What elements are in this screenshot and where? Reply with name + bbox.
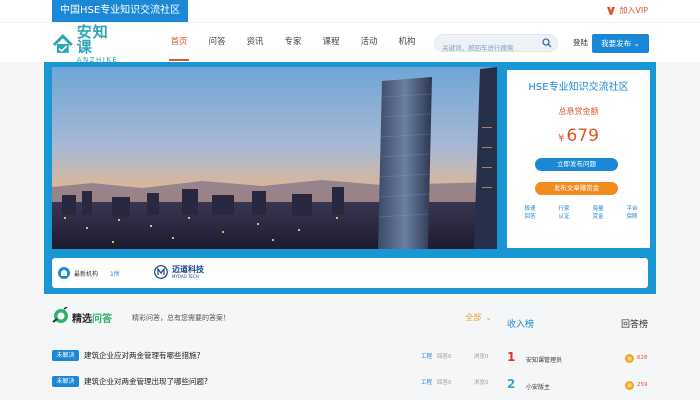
chevron-down-icon: ⌄ [633, 39, 640, 48]
question-row[interactable]: 未解决 建筑企业对两金管理出现了哪些问题? 工程 回答0 浏览0 [52, 374, 496, 390]
question-tag[interactable]: 工程 [421, 352, 432, 360]
featured-qa-subtitle: 精彩问答，总有您需要的答案！ [132, 314, 230, 322]
main-header: 安知课 ANZHIKE 首页 问答 资讯 专家 课程 活动 机构 登陆 我要发布… [0, 22, 700, 63]
search-box [434, 34, 558, 56]
logo-mark-icon [52, 34, 73, 53]
login-link[interactable]: 登陆 [573, 23, 588, 63]
question-tag[interactable]: 工程 [421, 378, 432, 386]
reward-panel: HSE专业知识交流社区 总悬赏金额 ¥679 立即发布问题 发布文章赚赏金 极速… [507, 70, 650, 248]
nav-qa[interactable]: 问答 [198, 23, 236, 63]
view-count: 浏览0 [474, 380, 489, 386]
ranking-header: 收入榜 回答榜 [507, 311, 648, 337]
latest-institutions-label: 最新机构 [74, 271, 99, 278]
nav-courses[interactable]: 课程 [312, 23, 350, 63]
site-logo[interactable]: 安知课 ANZHIKE [52, 24, 124, 63]
search-icon[interactable] [542, 38, 552, 48]
ranking-user-name[interactable]: 安知课管理员 [526, 355, 562, 364]
nav-events[interactable]: 活动 [350, 23, 388, 63]
ranking-user-name[interactable]: 小安版主 [526, 382, 550, 391]
search-input[interactable] [435, 40, 539, 56]
tab-income-ranking[interactable]: 收入榜 [507, 317, 534, 330]
tab-answer-ranking[interactable]: 回答榜 [621, 317, 648, 330]
nav-experts[interactable]: 专家 [274, 23, 312, 63]
status-badge: 未解决 [52, 376, 79, 387]
ranking-score: 259 [637, 382, 648, 388]
main-nav: 首页 问答 资讯 专家 课程 活动 机构 [160, 23, 426, 63]
answer-count: 回答0 [437, 354, 452, 360]
featured-qa-title-part1: 精选 [72, 314, 92, 325]
currency-symbol: ¥ [558, 133, 565, 144]
nav-home[interactable]: 首页 [160, 23, 198, 63]
feature-fast-answer: 极速回答 [524, 206, 536, 220]
ranking-entry[interactable]: 2 小安版主 259 [507, 377, 648, 395]
institution-logo-mydao[interactable]: 迈道科技 MYDAO TECH [154, 265, 204, 279]
feature-expert-verified: 行家认证 [558, 206, 570, 220]
question-row[interactable]: 未解决 建筑企业应对两金管理有哪些措施? 工程 回答0 浏览0 [52, 348, 496, 364]
join-vip-label: 加入VIP [619, 6, 648, 15]
coin-icon [625, 354, 634, 363]
status-badge: 未解决 [52, 350, 79, 361]
hero-city-image[interactable] [52, 67, 497, 249]
feature-list: 极速回答 行家认证 海量赏金 平台保障 [522, 205, 640, 221]
qa-filter-label: 全部 [465, 313, 482, 322]
feature-massive-reward: 海量赏金 [592, 206, 604, 220]
post-question-button[interactable]: 立即发布问题 [535, 158, 618, 171]
nav-institutions[interactable]: 机构 [388, 23, 426, 63]
featured-qa-icon [52, 307, 68, 323]
featured-qa-header: 精选问答 精彩问答，总有您需要的答案！ 全部 ⌄ [52, 304, 496, 330]
site-tagline: 中国HSE专业知识交流社区 [52, 0, 189, 22]
view-count: 浏览0 [474, 354, 489, 360]
reward-amount-value: 679 [566, 126, 599, 146]
institution-count: 1所 [110, 271, 120, 278]
join-vip-link[interactable]: 加入VIP [606, 5, 648, 17]
institution-name-cn: 迈道科技 [172, 264, 204, 274]
question-title[interactable]: 建筑企业应对两金管理有哪些措施? [84, 350, 200, 361]
total-reward-amount: ¥679 [507, 126, 650, 146]
publish-dropdown-button[interactable]: 我要发布 ⌄ [592, 34, 649, 53]
vip-icon [607, 7, 616, 15]
total-reward-label: 总悬赏金额 [558, 107, 599, 116]
feature-platform-guarantee: 平台保障 [626, 206, 638, 220]
institution-name-en: MYDAO TECH [172, 273, 199, 279]
featured-qa-title: 精选问答 [72, 310, 112, 325]
coin-icon [625, 381, 634, 390]
publish-label: 我要发布 [601, 39, 632, 48]
mydao-logo-icon [154, 265, 168, 279]
featured-qa-title-part2: 问答 [92, 314, 112, 325]
latest-institutions-bar: 最新机构 1所 迈道科技 MYDAO TECH [52, 258, 648, 288]
reward-panel-title: HSE专业知识交流社区 [528, 82, 629, 93]
chevron-down-icon: ⌄ [485, 313, 492, 322]
ranking-score: 628 [637, 355, 648, 361]
nav-news[interactable]: 资讯 [236, 23, 274, 63]
logo-chinese-name: 安知课 [76, 22, 109, 56]
question-title[interactable]: 建筑企业对两金管理出现了哪些问题? [84, 376, 208, 387]
ranking-entry[interactable]: 1 安知课管理员 628 [507, 350, 648, 368]
ranking-position: 2 [507, 377, 516, 391]
post-article-button[interactable]: 发布文章赚赏金 [535, 182, 618, 195]
ranking-position: 1 [507, 350, 516, 364]
top-bar: 中国HSE专业知识交流社区 加入VIP [0, 0, 700, 22]
answer-count: 回答0 [437, 380, 452, 386]
institution-icon [58, 267, 70, 279]
qa-filter-dropdown[interactable]: 全部 ⌄ [465, 312, 492, 323]
